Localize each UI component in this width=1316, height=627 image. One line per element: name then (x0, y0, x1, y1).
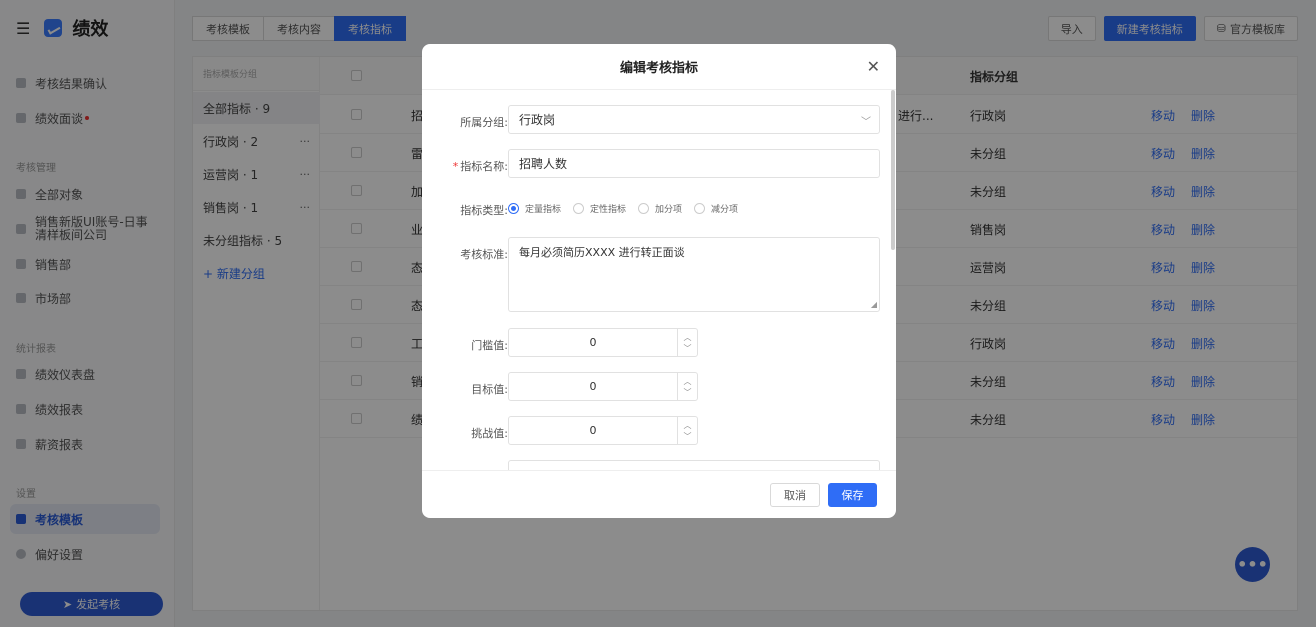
number-stepper[interactable]: ︿ ﹀ (677, 373, 697, 400)
dialog-scrollbar[interactable] (891, 90, 895, 250)
dialog-header: 编辑考核指标 ✕ (422, 44, 896, 90)
close-icon[interactable]: ✕ (867, 57, 880, 76)
indicator-type-radio-group: 定量指标 定性指标 加分项 减分项 (508, 202, 750, 215)
challenge-field-label: 挑战值: (471, 427, 508, 440)
number-stepper[interactable]: ︿ ﹀ (677, 329, 697, 356)
challenge-value: 0 (589, 424, 597, 437)
chevron-up-icon[interactable]: ︿ (684, 376, 692, 387)
radio-bonus[interactable]: 加分项 (638, 202, 682, 215)
resize-handle-icon[interactable]: ◢ (871, 300, 877, 309)
type-field-label: 指标类型: (460, 204, 508, 217)
required-mark: * (452, 160, 459, 173)
dialog-footer: 取消 保存 (422, 470, 896, 518)
target-value: 0 (589, 380, 597, 393)
threshold-input[interactable]: 0 ︿ ﹀ (508, 328, 698, 357)
radio-deduction[interactable]: 减分项 (694, 202, 738, 215)
dialog-body: 所属分组: 行政岗 ﹀ * 指标名称: 招聘人数 指标类型: 定量指标 定性指标 … (422, 90, 896, 470)
chevron-up-icon[interactable]: ︿ (684, 420, 692, 431)
group-field-label: 所属分组: (460, 116, 508, 129)
radio-quantitative[interactable]: 定量指标 (508, 202, 561, 215)
target-input[interactable]: 0 ︿ ﹀ (508, 372, 698, 401)
threshold-field-label: 门槛值: (471, 339, 508, 352)
standard-textarea[interactable]: 每月必须简历XXXX 进行转正面谈 ◢ (508, 237, 880, 312)
group-select[interactable]: 行政岗 ﹀ (508, 105, 880, 134)
chevron-up-icon[interactable]: ︿ (684, 332, 692, 343)
radio-qualitative[interactable]: 定性指标 (573, 202, 626, 215)
radio-unchecked-icon (694, 203, 706, 214)
next-field-input[interactable] (508, 460, 880, 470)
chevron-down-icon: ﹀ (861, 117, 871, 128)
indicator-name-input[interactable]: 招聘人数 (508, 149, 880, 178)
dialog-title: 编辑考核指标 (619, 61, 698, 76)
group-select-value: 行政岗 (519, 113, 556, 127)
target-field-label: 目标值: (471, 383, 508, 396)
radio-unchecked-icon (573, 203, 585, 214)
standard-value: 每月必须简历XXXX 进行转正面谈 (519, 246, 685, 259)
number-stepper[interactable]: ︿ ﹀ (677, 417, 697, 444)
name-field-label: * 指标名称: (452, 160, 508, 173)
standard-field-label: 考核标准: (460, 248, 508, 261)
cancel-button[interactable]: 取消 (770, 483, 820, 507)
chevron-down-icon[interactable]: ﹀ (684, 343, 692, 354)
challenge-input[interactable]: 0 ︿ ﹀ (508, 416, 698, 445)
radio-unchecked-icon (638, 203, 650, 214)
save-button[interactable]: 保存 (828, 483, 877, 507)
chevron-down-icon[interactable]: ﹀ (684, 387, 692, 398)
threshold-value: 0 (589, 336, 597, 349)
indicator-name-value: 招聘人数 (519, 157, 568, 171)
radio-checked-icon (508, 203, 519, 214)
chevron-down-icon[interactable]: ﹀ (684, 431, 692, 442)
edit-indicator-dialog: 编辑考核指标 ✕ 所属分组: 行政岗 ﹀ * 指标名称: 招聘人数 指标类型: 定… (422, 44, 896, 518)
